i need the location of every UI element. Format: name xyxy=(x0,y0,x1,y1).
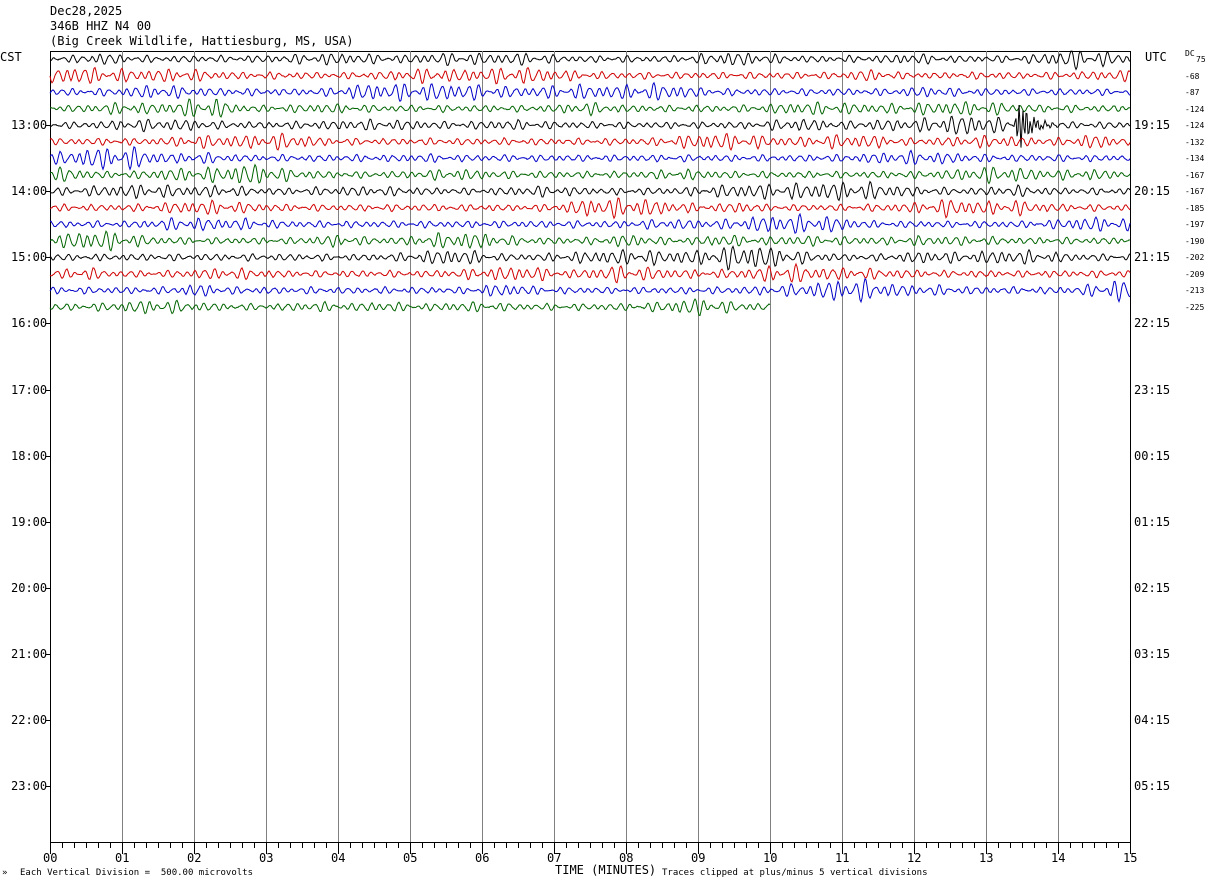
dc-offset-label: -87 xyxy=(1185,88,1200,97)
trace-line xyxy=(49,98,1131,118)
dc-offset-label: -197 xyxy=(1185,220,1205,229)
cst-hour-label: 14:00 xyxy=(11,184,48,198)
dc-offset-label: -202 xyxy=(1185,253,1205,262)
dc-offset-label: -124 xyxy=(1185,105,1205,114)
x-tick-label: 15 xyxy=(1123,851,1138,865)
x-tick-label: 11 xyxy=(835,851,850,865)
x-tick-label: 03 xyxy=(259,851,274,865)
dc-offset-label: 75 xyxy=(1196,55,1206,64)
dc-offset-label: -134 xyxy=(1185,154,1205,163)
dc-offset-label: -190 xyxy=(1185,237,1205,246)
trace-line xyxy=(49,180,1131,202)
x-tick-label: 12 xyxy=(907,851,922,865)
x-tick-label: 05 xyxy=(403,851,418,865)
plot-frame xyxy=(50,51,1131,843)
cst-hour-label: 13:00 xyxy=(11,118,48,132)
clip-note: Traces clipped at plus/minus 5 vertical … xyxy=(662,868,928,878)
dc-offset-label: -132 xyxy=(1185,138,1205,147)
trace-line xyxy=(49,277,1131,304)
seismogram-plot xyxy=(46,50,1131,854)
utc-hour-label: 20:15 xyxy=(1134,184,1171,198)
dc-offset-label: -213 xyxy=(1185,286,1205,295)
dc-offset-label: -225 xyxy=(1185,303,1205,312)
trace-line xyxy=(49,245,1131,271)
trace-line xyxy=(49,81,1131,103)
x-tick-label: 09 xyxy=(691,851,706,865)
dc-offset-label: -209 xyxy=(1185,270,1205,279)
trace-line xyxy=(49,50,1131,71)
x-tick-label: 00 xyxy=(43,851,58,865)
utc-hour-label: 19:15 xyxy=(1134,118,1171,132)
x-tick-label: 10 xyxy=(763,851,778,865)
utc-hour-label: 21:15 xyxy=(1134,250,1171,264)
cst-hour-label: 18:00 xyxy=(11,449,48,463)
dc-offset-label: -167 xyxy=(1185,171,1205,180)
dc-offset-label: -185 xyxy=(1185,204,1205,213)
x-tick-label: 06 xyxy=(475,851,490,865)
utc-hour-label: 23:15 xyxy=(1134,383,1171,397)
utc-hour-label: 03:15 xyxy=(1134,647,1171,661)
trace-line xyxy=(49,230,1131,252)
dc-offset-label: -124 xyxy=(1185,121,1205,130)
x-tick-label: 01 xyxy=(115,851,130,865)
footer-corner-mark: » xyxy=(2,868,8,878)
trace-line xyxy=(49,146,1131,171)
cst-hour-label: 15:00 xyxy=(11,250,48,264)
vertical-scale-note: Each Vertical Division = 500.00 microvol… xyxy=(20,868,253,878)
trace-line xyxy=(49,132,1131,151)
trace-line xyxy=(49,212,1131,234)
cst-hour-label: 23:00 xyxy=(11,779,48,793)
cst-hour-label: 21:00 xyxy=(11,647,48,661)
utc-hour-label: 00:15 xyxy=(1134,449,1171,463)
trace-line xyxy=(49,66,1131,85)
dc-offset-label: -167 xyxy=(1185,187,1205,196)
dc-offset-label: -68 xyxy=(1185,72,1200,81)
utc-hour-label: 01:15 xyxy=(1134,515,1171,529)
x-tick-label: 13 xyxy=(979,851,994,865)
utc-hour-label: 04:15 xyxy=(1134,713,1171,727)
trace-line xyxy=(49,163,1131,185)
x-axis-label: TIME (MINUTES) xyxy=(555,863,657,877)
trace-line xyxy=(49,197,1131,220)
utc-hour-label: 22:15 xyxy=(1134,316,1171,330)
trace-line xyxy=(49,262,1131,284)
utc-hour-label: 02:15 xyxy=(1134,581,1171,595)
utc-hour-label: 05:15 xyxy=(1134,779,1171,793)
x-tick-label: 04 xyxy=(331,851,346,865)
x-tick-label: 02 xyxy=(187,851,202,865)
cst-hour-label: 20:00 xyxy=(11,581,48,595)
cst-hour-label: 16:00 xyxy=(11,316,48,330)
cst-hour-label: 22:00 xyxy=(11,713,48,727)
x-tick-label: 14 xyxy=(1051,851,1066,865)
cst-hour-label: 17:00 xyxy=(11,383,48,397)
cst-hour-label: 19:00 xyxy=(11,515,48,529)
